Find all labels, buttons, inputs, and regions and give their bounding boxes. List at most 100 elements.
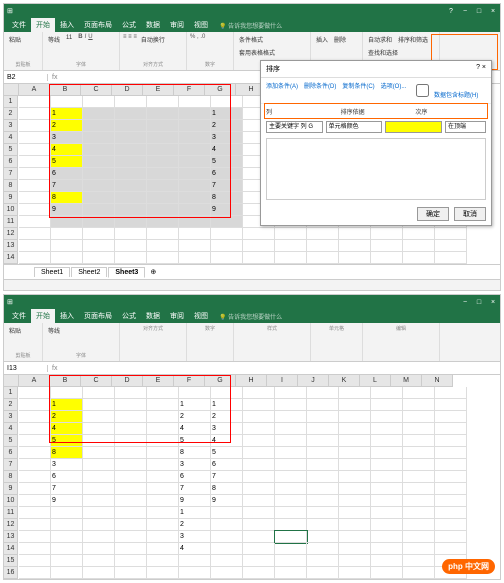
help-icon[interactable]: ? (447, 7, 455, 15)
cell[interactable]: 7 (211, 471, 243, 483)
cell[interactable] (307, 507, 339, 519)
cell[interactable] (147, 555, 179, 567)
cell[interactable] (115, 108, 147, 120)
cell[interactable]: 4 (51, 144, 83, 156)
app-menu-icon[interactable]: ⊞ (7, 7, 13, 15)
cell[interactable] (83, 423, 115, 435)
maximize-icon[interactable]: □ (475, 7, 483, 15)
cell[interactable] (243, 483, 275, 495)
tab-formula[interactable]: 公式 (117, 18, 141, 32)
cell[interactable] (403, 531, 435, 543)
cell[interactable] (275, 447, 307, 459)
cell[interactable] (19, 495, 51, 507)
cell[interactable] (243, 471, 275, 483)
cell[interactable]: 1 (211, 108, 243, 120)
cell[interactable]: 6 (179, 471, 211, 483)
cell[interactable] (179, 168, 211, 180)
cell[interactable] (275, 252, 307, 264)
cell[interactable] (147, 399, 179, 411)
cell[interactable] (371, 423, 403, 435)
cell[interactable]: 2 (51, 411, 83, 423)
cell[interactable] (51, 531, 83, 543)
cell[interactable]: 3 (179, 531, 211, 543)
cell[interactable] (211, 387, 243, 399)
cell[interactable] (371, 411, 403, 423)
cell[interactable]: 2 (179, 411, 211, 423)
cell[interactable] (339, 567, 371, 579)
cell[interactable] (339, 531, 371, 543)
row-header[interactable]: 8 (4, 180, 18, 192)
cancel-button[interactable]: 取消 (454, 207, 486, 221)
cell[interactable]: 9 (211, 204, 243, 216)
cell[interactable] (307, 411, 339, 423)
cell[interactable] (19, 423, 51, 435)
cell[interactable]: 6 (51, 471, 83, 483)
sort-basis-dropdown[interactable]: 单元格颜色 (326, 121, 383, 133)
cell[interactable] (243, 555, 275, 567)
cell[interactable] (83, 108, 115, 120)
cell[interactable] (115, 447, 147, 459)
cell[interactable] (435, 411, 467, 423)
cell[interactable] (115, 240, 147, 252)
cell[interactable] (243, 531, 275, 543)
cell[interactable]: 3 (211, 132, 243, 144)
cell[interactable] (115, 519, 147, 531)
cell[interactable] (275, 423, 307, 435)
cell[interactable]: 8 (211, 192, 243, 204)
cell[interactable] (19, 567, 51, 579)
cell[interactable] (403, 435, 435, 447)
row-header[interactable]: 2 (4, 108, 18, 120)
cell[interactable] (115, 96, 147, 108)
cell[interactable] (403, 495, 435, 507)
cell[interactable]: 7 (51, 483, 83, 495)
cell[interactable] (403, 507, 435, 519)
cell[interactable] (19, 240, 51, 252)
cell[interactable] (115, 543, 147, 555)
cell[interactable] (371, 519, 403, 531)
cell[interactable] (243, 567, 275, 579)
cell[interactable] (83, 168, 115, 180)
row-header[interactable]: 10 (4, 204, 18, 216)
cell[interactable] (83, 411, 115, 423)
cell[interactable] (83, 387, 115, 399)
cell[interactable] (83, 180, 115, 192)
cell[interactable] (371, 567, 403, 579)
cell[interactable] (435, 387, 467, 399)
cell[interactable] (147, 216, 179, 228)
cell[interactable] (403, 411, 435, 423)
cell[interactable] (307, 567, 339, 579)
cell[interactable] (307, 423, 339, 435)
cell[interactable] (435, 399, 467, 411)
cell[interactable] (19, 435, 51, 447)
cell[interactable] (115, 216, 147, 228)
col-header[interactable]: C (81, 84, 112, 96)
cell[interactable] (19, 156, 51, 168)
cell[interactable] (147, 144, 179, 156)
cell[interactable] (115, 399, 147, 411)
cell[interactable] (19, 96, 51, 108)
paste-button[interactable]: 粘贴 (7, 34, 23, 45)
cell[interactable]: 9 (179, 495, 211, 507)
cell[interactable] (179, 228, 211, 240)
cell[interactable] (115, 180, 147, 192)
cell[interactable] (83, 399, 115, 411)
cell[interactable] (403, 399, 435, 411)
cell[interactable] (275, 567, 307, 579)
cell[interactable] (435, 531, 467, 543)
cell[interactable]: 8 (51, 192, 83, 204)
cell[interactable] (211, 96, 243, 108)
cell[interactable] (307, 387, 339, 399)
cell[interactable] (147, 228, 179, 240)
cell[interactable]: 2 (179, 519, 211, 531)
cell[interactable] (179, 240, 211, 252)
col-header[interactable]: D (112, 84, 143, 96)
cell[interactable] (147, 108, 179, 120)
cell[interactable] (339, 459, 371, 471)
cell[interactable] (403, 240, 435, 252)
cell[interactable] (179, 252, 211, 264)
cell[interactable] (243, 387, 275, 399)
cell[interactable] (339, 483, 371, 495)
cell[interactable] (83, 567, 115, 579)
cell[interactable] (275, 555, 307, 567)
cell[interactable] (339, 228, 371, 240)
